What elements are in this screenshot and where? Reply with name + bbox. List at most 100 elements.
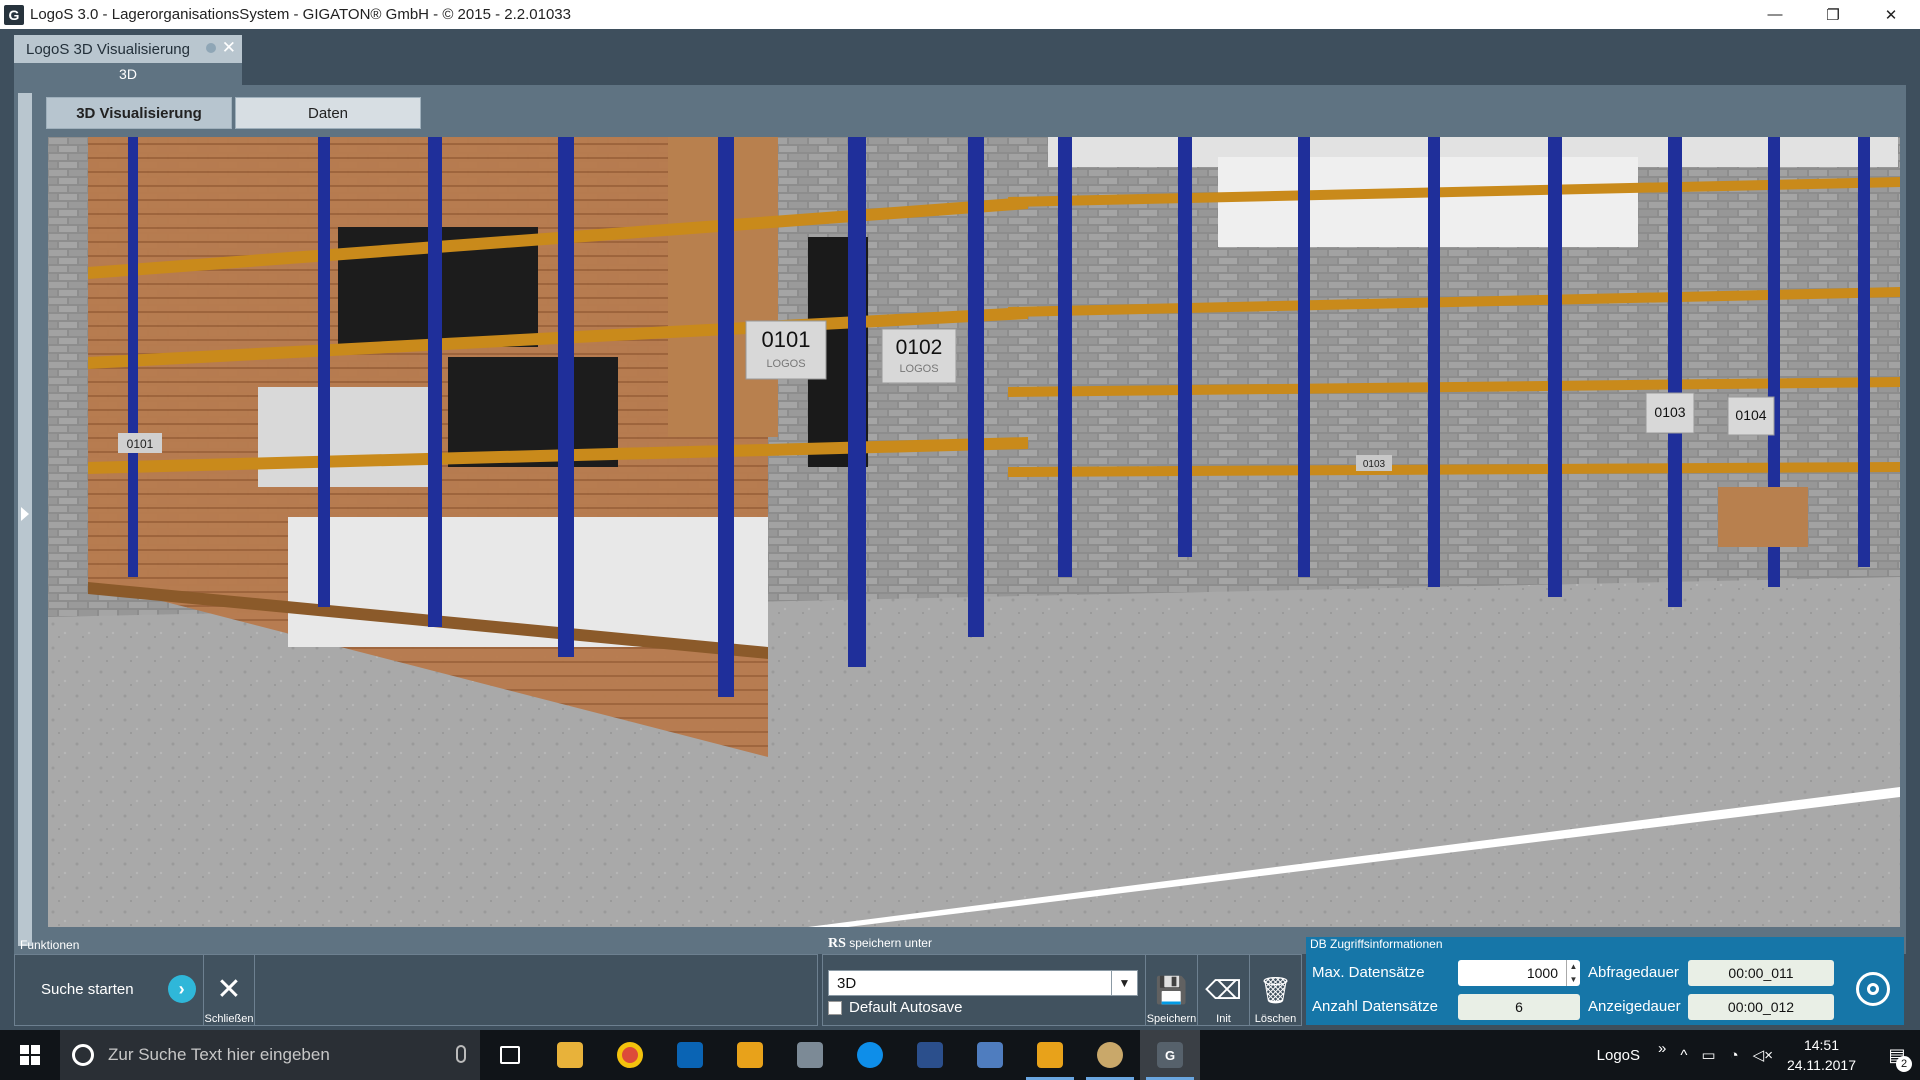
app-icon-5[interactable] [780,1030,840,1080]
minimize-button[interactable]: — [1746,0,1804,29]
default-autosave-label: Default Autosave [849,999,963,1016]
search-start-label: Suche starten [41,980,134,998]
save-label: Speichern [1146,1013,1197,1025]
upright [1298,137,1310,577]
window-controls: — ❐ ✕ [1746,0,1920,29]
teamviewer-icon[interactable] [840,1030,900,1080]
white-boxes-middle [258,387,438,487]
paint-icon[interactable] [1080,1030,1140,1080]
max-records-input[interactable]: 1000 ▲ ▼ [1458,960,1580,986]
upright [318,137,330,607]
query-duration-label: Abfragedauer [1588,964,1679,981]
chevron-down-icon[interactable]: ▼ [1111,971,1137,995]
crate-right [1718,487,1808,547]
taskbar-search[interactable]: Zur Suche Text hier eingeben [60,1030,480,1080]
db-info-title: DB Zugriffsinformationen [1310,937,1443,951]
svg-text:LOGOS: LOGOS [766,358,805,370]
init-label: Init [1216,1013,1231,1025]
windows-taskbar: Zur Suche Text hier eingeben G LogoS » ^… [0,1030,1920,1080]
upright [428,137,442,627]
app-icon-9[interactable] [1020,1030,1080,1080]
rack-label-small-0103: 0103 [1356,455,1392,471]
tab-daten[interactable]: Daten [235,97,421,129]
microphone-icon[interactable] [456,1045,466,1063]
battery-icon[interactable]: ▭ [1701,1046,1715,1064]
app-icon-8[interactable] [960,1030,1020,1080]
max-records-label: Max. Datensätze [1312,964,1425,981]
svg-text:0103: 0103 [1363,459,1386,470]
save-button[interactable]: 💾 Speichern [1145,955,1197,1025]
tray-logos-label[interactable]: LogoS [1597,1047,1640,1064]
subtab-3d[interactable]: 3D [14,63,242,85]
pin-icon[interactable] [206,43,216,53]
svg-text:0101: 0101 [762,327,811,352]
floppy-disk-icon: 💾 [1155,975,1188,1005]
default-autosave-checkbox[interactable] [828,1001,842,1015]
outlook-icon[interactable] [660,1030,720,1080]
display-duration-field: 00:00_012 [1688,994,1834,1020]
windows-logo-icon [20,1045,40,1065]
window-title: LogoS 3.0 - LagerorganisationsSystem - G… [30,6,571,23]
svg-text:0104: 0104 [1735,407,1766,423]
delete-label: Löschen [1254,1013,1297,1025]
file-explorer-icon[interactable] [540,1030,600,1080]
upright [1668,137,1682,607]
display-duration-label: Anzeigedauer [1588,998,1681,1015]
volume-mute-icon[interactable]: ◁× [1753,1046,1773,1064]
upright [1548,137,1562,597]
svg-text:0102: 0102 [896,336,943,359]
task-view-icon[interactable] [480,1030,540,1080]
window-titlebar: G LogoS 3.0 - LagerorganisationsSystem -… [0,0,1920,29]
app-icon-7[interactable] [900,1030,960,1080]
notification-center-icon[interactable]: ▤ 2 [1874,1030,1920,1080]
init-button[interactable]: ⌫ Init [1197,955,1249,1025]
upright [1428,137,1440,587]
upright [968,137,984,637]
close-window-button[interactable]: ✕ [1862,0,1920,29]
wifi-icon[interactable]: ◔ [1730,1047,1739,1064]
clock-time: 14:51 [1803,1037,1839,1053]
speichern-panel: 3D ▼ Default Autosave 💾 Speichern ⌫ Init… [822,954,1302,1026]
side-panel-toggle[interactable] [18,93,32,946]
restore-button[interactable]: ❐ [1804,0,1862,29]
chrome-icon[interactable] [600,1030,660,1080]
upright [128,137,138,577]
upright [848,137,866,667]
close-function-button[interactable]: ✕ Schließen [203,955,255,1025]
stepper-icon[interactable]: ▲ ▼ [1566,960,1580,986]
chevron-up-icon[interactable]: ^ [1680,1047,1687,1064]
funktionen-panel: Suche starten › ✕ Schließen [14,954,818,1026]
crosshair-icon[interactable] [1856,972,1890,1006]
warehouse-3d-viewport[interactable]: 0101 LOGOS 0102 LOGOS 0103 0104 0101 010… [48,137,1900,927]
search-start-button[interactable]: Suche starten › [41,975,196,1003]
delete-button[interactable]: 🗑 Löschen [1249,955,1301,1025]
logos-taskbar-icon[interactable]: G [1140,1030,1200,1080]
max-records-value: 1000 [1526,965,1558,981]
logos-app-icon: G [4,4,24,25]
funktionen-title: Funktionen [20,938,80,952]
svg-text:0101: 0101 [127,437,154,451]
close-function-label: Schließen [204,1013,254,1025]
upright [558,137,574,657]
rack-label-small-0101: 0101 [118,433,162,453]
rack-label-0104[interactable]: 0104 [1727,396,1775,436]
rack-label-0101[interactable]: 0101 LOGOS [745,320,827,380]
app-icon-4[interactable] [720,1030,780,1080]
eraser-icon: ⌫ [1205,975,1242,1005]
tray-overflow-icon[interactable]: » [1658,1040,1666,1057]
upright [718,137,734,697]
clock-date: 24.11.2017 [1786,1057,1856,1073]
save-profile-select[interactable]: 3D ▼ [828,970,1138,996]
speichern-title: RS speichern unter [828,936,932,952]
tab-3d-visualisierung[interactable]: 3D Visualisierung [46,97,232,129]
rack-label-0102[interactable]: 0102 LOGOS [881,328,957,384]
close-tab-icon[interactable]: ✕ [222,38,236,58]
close-x-icon: ✕ [216,973,242,1006]
search-placeholder: Zur Suche Text hier eingeben [108,1045,330,1064]
document-tab-3d-visualisierung[interactable]: LogoS 3D Visualisierung ✕ [14,35,242,63]
clock[interactable]: 14:51 24.11.2017 [1787,1035,1856,1075]
upright [1058,137,1072,577]
start-button[interactable] [0,1030,60,1080]
rack-label-0103[interactable]: 0103 [1645,392,1695,434]
app-area: LogoS 3D Visualisierung ✕ 3D 3D Visualis… [0,29,1920,1030]
